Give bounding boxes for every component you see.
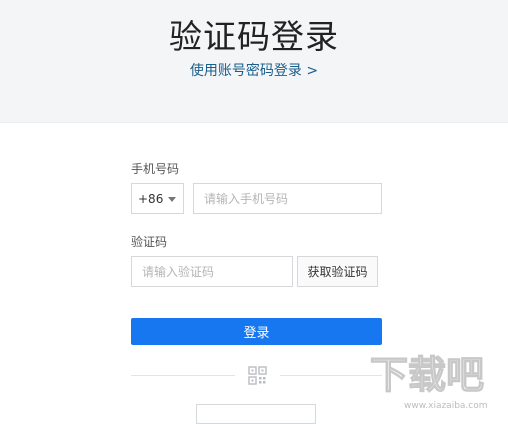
phone-input[interactable]: 请输入手机号码 xyxy=(193,183,382,214)
get-code-button[interactable]: 获取验证码 xyxy=(297,256,378,287)
watermark-url: www.xiazaiba.com xyxy=(404,401,488,411)
phone-label: 手机号码 xyxy=(131,162,180,176)
chevron-down-icon xyxy=(168,197,176,202)
xiazaiba-watermark-logo: 下载吧 www.xiazaiba.com xyxy=(369,352,488,411)
code-input-placeholder: 请输入验证码 xyxy=(142,265,215,279)
phone-input-placeholder: 请输入手机号码 xyxy=(204,192,289,206)
country-code-select[interactable]: +86 xyxy=(131,183,184,214)
divider-left xyxy=(131,375,235,376)
alternate-login-button[interactable] xyxy=(196,404,316,424)
code-label: 验证码 xyxy=(131,235,168,249)
country-code-value: +86 xyxy=(138,191,164,206)
page-title: 验证码登录 xyxy=(169,17,339,56)
qr-code-icon[interactable] xyxy=(248,366,267,385)
login-button[interactable]: 登录 xyxy=(131,318,382,345)
password-login-link[interactable]: 使用账号密码登录 > xyxy=(0,60,508,80)
verification-code-input[interactable]: 请输入验证码 xyxy=(131,256,293,287)
page-header: 验证码登录 使用账号密码登录 > xyxy=(0,0,508,123)
watermark-logo-text: 下载吧 xyxy=(370,353,484,397)
